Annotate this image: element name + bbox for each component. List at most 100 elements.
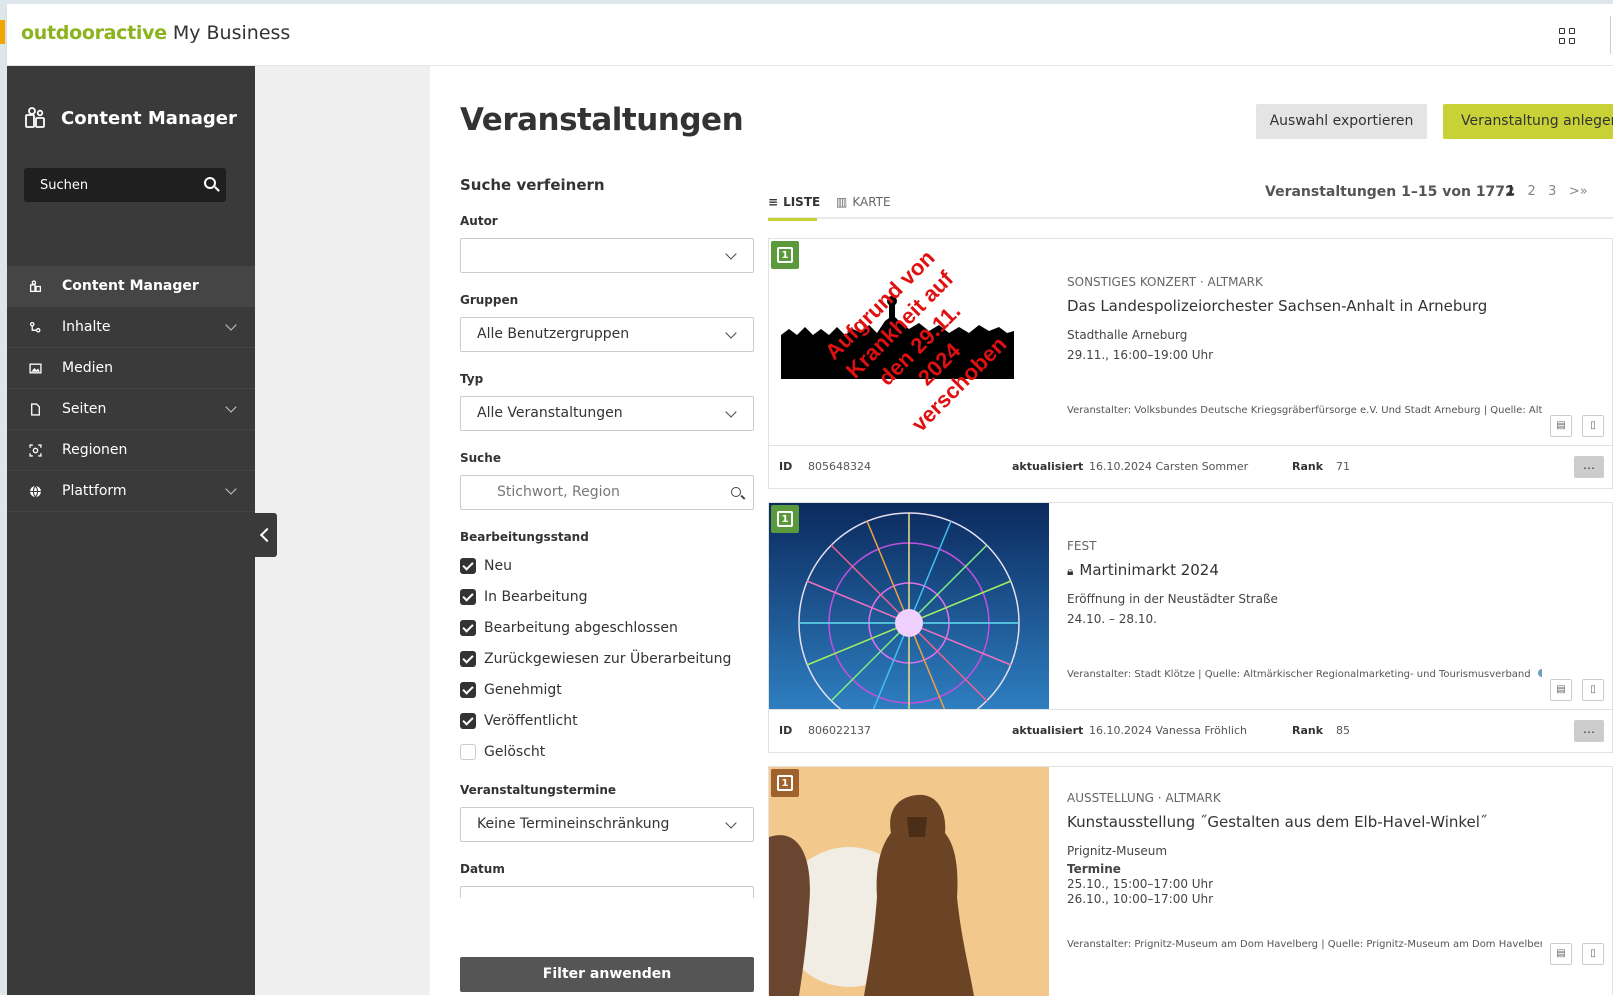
- event-card[interactable]: 1 AUSSTELLUNG · ALTMARK Kunstausstellung…: [768, 766, 1613, 996]
- checkbox-label: Neu: [484, 557, 512, 574]
- event-footer: ID 806022137 aktualisiert 16.10.2024 Van…: [769, 709, 1613, 753]
- calendar-icon: 1: [771, 769, 799, 797]
- accent-marker: [0, 20, 5, 44]
- groups-label: Gruppen: [460, 293, 519, 307]
- updated-label: aktualisiert: [1012, 460, 1084, 473]
- event-image[interactable]: 1: [769, 767, 1049, 996]
- list-icon: ≡: [768, 195, 779, 209]
- type-label: Typ: [460, 372, 484, 386]
- event-location: Stadthalle Arneburg: [1067, 328, 1188, 342]
- bookmark-icon[interactable]: ▯: [1582, 679, 1604, 701]
- sidebar-item-regionen[interactable]: Regionen: [7, 430, 255, 471]
- date-input[interactable]: [460, 886, 754, 898]
- checkbox-checked-icon[interactable]: [460, 588, 476, 605]
- sculpture-image: [769, 767, 1049, 996]
- sidebar-item-label: Regionen: [62, 442, 128, 458]
- sidebar-item-inhalte[interactable]: Inhalte: [7, 307, 255, 348]
- chevron-down-icon[interactable]: [225, 319, 237, 331]
- apply-filter-button[interactable]: Filter anwenden: [460, 957, 754, 992]
- calendar-add-icon[interactable]: ▤: [1550, 415, 1572, 437]
- checkbox-checked-icon[interactable]: [460, 681, 476, 698]
- chevron-down-icon[interactable]: [225, 483, 237, 495]
- event-category: AUSSTELLUNG · ALTMARK: [1067, 791, 1221, 805]
- concert-poster-image: Aufgrund von Krankheit auf den 29.11. 20…: [781, 245, 1014, 437]
- sidebar-header: Content Manager: [23, 106, 237, 130]
- event-card[interactable]: Aufgrund von Krankheit auf den 29.11. 20…: [768, 238, 1613, 489]
- filter-panel: Suche verfeinern Autor Gruppen Alle Benu…: [460, 176, 754, 898]
- status-checkbox-geloescht[interactable]: Gelöscht: [460, 736, 754, 767]
- calendar-add-icon[interactable]: ▤: [1550, 679, 1572, 701]
- type-select[interactable]: Alle Veranstaltungen: [460, 396, 754, 431]
- checkbox-unchecked-icon[interactable]: [460, 743, 476, 760]
- more-options-button[interactable]: …: [1574, 456, 1604, 478]
- sidebar-search-placeholder: Suchen: [40, 178, 89, 193]
- calendar-add-icon[interactable]: ▤: [1550, 943, 1572, 965]
- event-title[interactable]: 🔒︎ Martinimarkt 2024: [1067, 561, 1602, 579]
- bookmark-icon[interactable]: ▯: [1582, 415, 1604, 437]
- event-organizer: Veranstalter: Stadt Klötze | Quelle: Alt…: [1067, 669, 1542, 680]
- event-image[interactable]: Aufgrund von Krankheit auf den 29.11. 20…: [769, 239, 1049, 445]
- regions-icon: [28, 443, 42, 457]
- checkbox-checked-icon[interactable]: [460, 712, 476, 729]
- keyword-search-placeholder: Stichwort, Region: [497, 484, 620, 500]
- status-checkbox-in-bearbeitung[interactable]: In Bearbeitung: [460, 581, 754, 612]
- map-icon: ▥: [836, 195, 848, 209]
- event-location: Prignitz-Museum: [1067, 844, 1168, 858]
- status-checkbox-genehmigt[interactable]: Genehmigt: [460, 674, 754, 705]
- apps-grid-icon[interactable]: [1559, 28, 1575, 44]
- status-checkbox-zurueckgewiesen[interactable]: Zurückgewiesen zur Überarbeitung: [460, 643, 754, 674]
- author-select[interactable]: [460, 238, 754, 273]
- checkbox-checked-icon[interactable]: [460, 619, 476, 636]
- chevron-down-icon[interactable]: [225, 401, 237, 413]
- event-card[interactable]: 1 FEST 🔒︎ Martinimarkt 2024 Eröffnung in …: [768, 502, 1613, 753]
- tab-map[interactable]: ▥ KARTE: [836, 195, 891, 209]
- author-label: Autor: [460, 214, 498, 228]
- sidebar-item-content-manager[interactable]: Content Manager: [7, 266, 255, 307]
- checkbox-label: In Bearbeitung: [484, 588, 588, 605]
- event-footer: ID 805648324 aktualisiert 16.10.2024 Car…: [769, 445, 1613, 489]
- view-tabs: ≡ LISTE ▥ KARTE: [768, 185, 1613, 221]
- checkbox-label: Zurückgewiesen zur Überarbeitung: [484, 650, 732, 667]
- status-checkbox-abgeschlossen[interactable]: Bearbeitung abgeschlossen: [460, 612, 754, 643]
- checkbox-checked-icon[interactable]: [460, 650, 476, 667]
- collapse-sidebar-button[interactable]: [255, 513, 277, 557]
- rank-label: Rank: [1292, 724, 1324, 737]
- event-updated: 16.10.2024 Carsten Sommer: [1089, 460, 1249, 473]
- search-icon[interactable]: [731, 487, 741, 497]
- event-title[interactable]: Das Landespolizeiorchester Sachsen-Anhal…: [1067, 297, 1602, 315]
- dates-select[interactable]: Keine Termineinschränkung: [460, 807, 754, 842]
- bookmark-icon[interactable]: ▯: [1582, 943, 1604, 965]
- event-organizer: Veranstalter: Volksbundes Deutsche Krieg…: [1067, 405, 1542, 416]
- more-options-button[interactable]: …: [1574, 720, 1604, 742]
- content-manager-icon: [25, 107, 45, 128]
- sidebar-item-plattform[interactable]: Plattform: [7, 471, 255, 512]
- event-title[interactable]: Kunstausstellung ˝Gestalten aus dem Elb-…: [1067, 813, 1602, 831]
- create-event-button[interactable]: Veranstaltung anlegen: [1443, 104, 1613, 139]
- event-time: 29.11., 16:00–19:00 Uhr: [1067, 348, 1214, 362]
- sidebar: Content Manager Suchen Content Manager I…: [7, 66, 255, 995]
- export-selection-button[interactable]: Auswahl exportieren: [1256, 104, 1427, 139]
- event-actions: ▤ ▯: [1550, 943, 1604, 965]
- sidebar-item-medien[interactable]: Medien: [7, 348, 255, 389]
- sidebar-item-label: Medien: [62, 360, 113, 376]
- lock-icon: 🔒︎: [1067, 564, 1074, 578]
- content-icon: [28, 320, 42, 334]
- event-actions: ▤ ▯: [1550, 679, 1604, 701]
- top-bar: outdooractive My Business: [7, 4, 1613, 66]
- event-image[interactable]: 1: [769, 503, 1049, 709]
- brand-logo[interactable]: outdooractive My Business: [21, 22, 290, 44]
- status-checkbox-neu[interactable]: Neu: [460, 550, 754, 581]
- checkbox-label: Veröffentlicht: [484, 712, 578, 729]
- status-checkbox-veroeffentlicht[interactable]: Veröffentlicht: [460, 705, 754, 736]
- keyword-search-input[interactable]: Stichwort, Region: [460, 475, 754, 510]
- rescheduled-overlay: Aufgrund von Krankheit auf den 29.11. 20…: [820, 245, 1012, 437]
- page-title: Veranstaltungen: [460, 102, 744, 138]
- groups-select[interactable]: Alle Benutzergruppen: [460, 317, 754, 352]
- tab-list[interactable]: ≡ LISTE: [768, 195, 820, 221]
- checkbox-checked-icon[interactable]: [460, 557, 476, 574]
- sidebar-search-input[interactable]: Suchen: [24, 168, 226, 202]
- updated-label: aktualisiert: [1012, 724, 1084, 737]
- search-icon[interactable]: [204, 177, 216, 189]
- sidebar-item-seiten[interactable]: Seiten: [7, 389, 255, 430]
- content-manager-icon: [28, 279, 42, 293]
